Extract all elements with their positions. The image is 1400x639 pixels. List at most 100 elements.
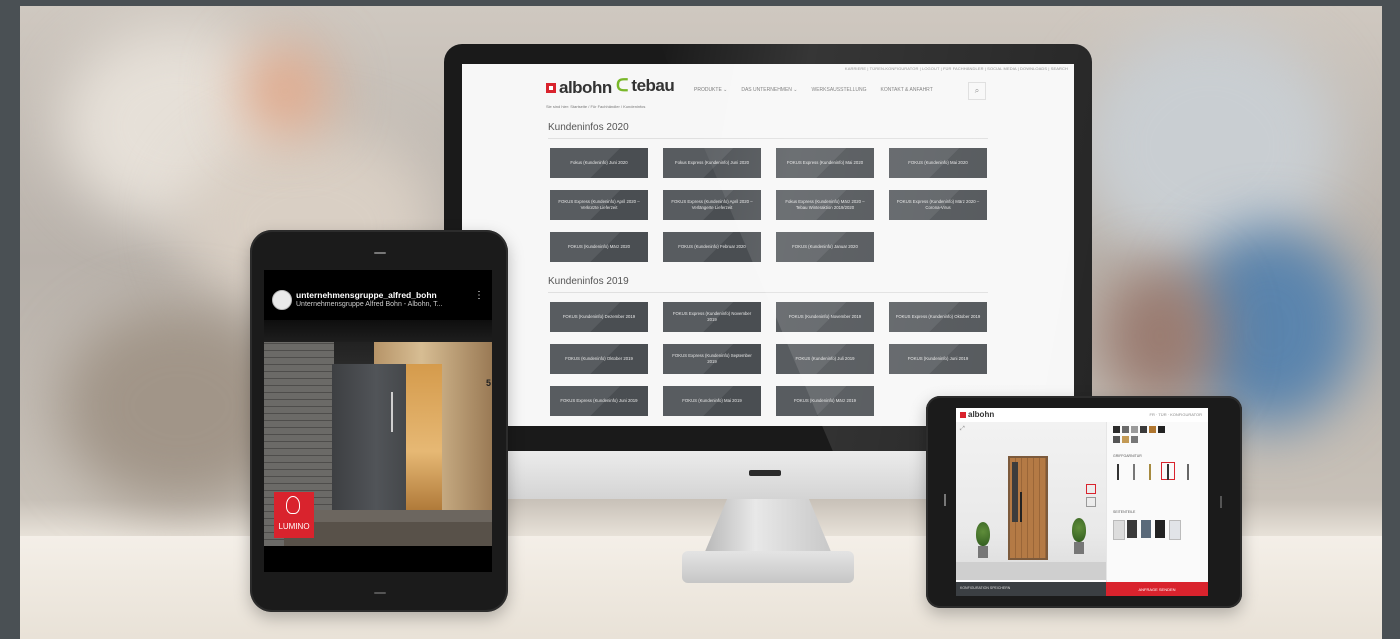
- lightbulb-icon: [286, 496, 300, 514]
- handle-option[interactable]: [1149, 464, 1151, 480]
- kundeninfo-tile[interactable]: FOKUS (Kundeninfo) März 2020: [550, 232, 648, 262]
- kundeninfo-tile[interactable]: FOKUS Express (Kundeninfo) September 201…: [663, 344, 761, 374]
- preview-floor: [956, 562, 1106, 580]
- nav-unternehmen[interactable]: DAS UNTERNEHMEN ⌄: [741, 87, 797, 93]
- kundeninfo-tile[interactable]: FOKUS (Kundeninfo) Mai 2019: [663, 386, 761, 416]
- kundeninfo-tile[interactable]: FOKUS Express (Kundeninfo) März 2020 – C…: [889, 190, 987, 220]
- kundeninfo-tile[interactable]: Fokus Express (Kundeninfo) Juni 2020: [663, 148, 761, 178]
- utility-links: KARRIERE | TÜREN-KONFIGURATOR | LOGOUT |…: [844, 66, 1068, 71]
- instagram-screen: unternehmensgruppe_alfred_bohn Unternehm…: [264, 270, 492, 572]
- kundeninfo-tile[interactable]: FOKUS (Kundeninfo) Januar 2020: [776, 232, 874, 262]
- website-screen: KARRIERE | TÜREN-KONFIGURATOR | LOGOUT |…: [462, 64, 1074, 426]
- side-controls: [1086, 484, 1096, 514]
- handle-option[interactable]: [1187, 464, 1189, 480]
- tebau-logo[interactable]: ᑕ tebau: [616, 76, 675, 96]
- color-swatch[interactable]: [1149, 426, 1156, 433]
- section-divider: [548, 292, 988, 293]
- color-swatch[interactable]: [1113, 426, 1120, 433]
- albohn-logo[interactable]: albohn: [960, 410, 994, 419]
- lumino-label: LUMINO: [278, 522, 310, 531]
- kundeninfo-tile[interactable]: FOKUS (Kundeninfo) Juli 2019: [776, 344, 874, 374]
- tebau-mark-icon: ᑕ: [616, 76, 629, 95]
- search-icon[interactable]: ⌕: [968, 82, 986, 100]
- section-divider: [548, 138, 988, 139]
- utility-link[interactable]: FÜR FACHHÄNDLER: [943, 66, 984, 71]
- photo-step: [304, 510, 492, 522]
- kundeninfo-tile[interactable]: FOKUS (Kundeninfo) März 2019: [776, 386, 874, 416]
- sidelight-option[interactable]: [1141, 520, 1151, 538]
- instagram-profile-name: Unternehmensgruppe Alfred Bohn - Albohn,…: [296, 301, 443, 308]
- kundeninfo-tile[interactable]: FOKUS Express (Kundeninfo) November 2019: [663, 302, 761, 332]
- sidelight-option[interactable]: [1169, 520, 1181, 540]
- albohn-logo-text: albohn: [968, 410, 995, 419]
- avatar[interactable]: [272, 290, 292, 310]
- nav-produkte[interactable]: PRODUKTE ⌄: [694, 87, 727, 93]
- color-swatch[interactable]: [1158, 426, 1165, 433]
- configurator-nav[interactable]: FR · TÜR · KONFIGURATOR: [1150, 412, 1202, 417]
- photo-door-handle: [391, 392, 393, 432]
- kundeninfo-tile[interactable]: Fokus (Kundeninfo) Juni 2020: [550, 148, 648, 178]
- preview-door-glass: [1012, 462, 1018, 522]
- expand-icon[interactable]: ⤢: [960, 426, 965, 433]
- utility-link[interactable]: SOCIAL MEDIA: [987, 66, 1016, 71]
- kundeninfo-tile[interactable]: FOKUS (Kundeninfo) November 2019: [776, 302, 874, 332]
- monitor-stand-base: [682, 551, 854, 583]
- promo-scene: KARRIERE | TÜREN-KONFIGURATOR | LOGOUT |…: [0, 0, 1400, 639]
- save-configuration-link[interactable]: KONFIGURATION SPEICHERN: [960, 586, 1010, 590]
- utility-link[interactable]: LOGOUT: [922, 66, 939, 71]
- color-swatch[interactable]: [1122, 426, 1129, 433]
- utility-link[interactable]: SEARCH: [1051, 66, 1068, 71]
- sidelight-option[interactable]: [1155, 520, 1165, 538]
- handle-option[interactable]: [1133, 464, 1135, 480]
- albohn-logo[interactable]: albohn: [546, 78, 612, 98]
- color-swatch[interactable]: [1122, 436, 1129, 443]
- color-swatch[interactable]: [1140, 426, 1147, 433]
- color-swatch[interactable]: [1131, 426, 1138, 433]
- kundeninfo-tile[interactable]: FOKUS Express (Kundeninfo) Juni 2019: [550, 386, 648, 416]
- photo-canopy: [264, 320, 492, 342]
- kundeninfo-tile[interactable]: FOKUS (Kundeninfo) Februar 2020: [663, 232, 761, 262]
- sidelights-heading: SEITENTEILE: [1113, 510, 1136, 514]
- kundeninfo-tile[interactable]: FOKUS Express (Kundeninfo) Oktober 2019: [889, 302, 987, 332]
- main-navigation: PRODUKTE ⌄ DAS UNTERNEHMEN ⌄ WERKSAUSSTE…: [694, 87, 933, 93]
- configurator-screen: albohn FR · TÜR · KONFIGURATOR ⤢ GRIFFGA…: [956, 408, 1208, 596]
- send-request-button[interactable]: ANFRAGE SENDEN: [1106, 582, 1208, 596]
- nav-kontakt[interactable]: KONTAKT & ANFAHRT: [881, 87, 933, 93]
- photo-house-number: 5: [486, 378, 492, 388]
- view-toggle[interactable]: [1086, 497, 1096, 507]
- more-options-icon[interactable]: ⋮: [474, 290, 484, 301]
- color-swatch[interactable]: [1113, 436, 1120, 443]
- plant-pot: [978, 546, 988, 558]
- instagram-username[interactable]: unternehmensgruppe_alfred_bohn: [296, 290, 437, 300]
- kundeninfo-tile[interactable]: FOKUS (Kundeninfo) Dezember 2019: [550, 302, 648, 332]
- kundeninfo-tile[interactable]: FOKUS (Kundeninfo) Mai 2020: [889, 148, 987, 178]
- utility-link[interactable]: KARRIERE: [845, 66, 866, 71]
- kundeninfo-tile[interactable]: FOKUS (Kundeninfo) Juni 2019: [889, 344, 987, 374]
- lumino-badge: LUMINO: [274, 492, 314, 538]
- kundeninfo-tile[interactable]: FOKUS (Kundeninfo) Oktober 2019: [550, 344, 648, 374]
- door-preview: ⤢: [956, 422, 1106, 580]
- sidelight-option[interactable]: [1127, 520, 1137, 538]
- albohn-mark-icon: [546, 83, 556, 93]
- plant-icon: [1072, 518, 1086, 542]
- tablet-camera-icon: [374, 252, 386, 254]
- utility-link[interactable]: DOWNLOADS: [1020, 66, 1047, 71]
- color-swatch[interactable]: [1131, 436, 1138, 443]
- tablet-home-indicator: [374, 592, 386, 594]
- kundeninfo-tile[interactable]: FOKUS Express (Kundeninfo) Mai 2020: [776, 148, 874, 178]
- sidelight-option[interactable]: [1113, 520, 1125, 540]
- kundeninfo-tile[interactable]: Fokus Express (Kundeninfo) März 2020 – T…: [776, 190, 874, 220]
- kundeninfo-tile[interactable]: FOKUS Express (Kundeninfo) April 2020 – …: [663, 190, 761, 220]
- photo-sidelight: [406, 364, 442, 510]
- handle-option[interactable]: [1117, 464, 1119, 480]
- utility-link[interactable]: TÜREN-KONFIGURATOR: [870, 66, 919, 71]
- configurator-footer: KONFIGURATION SPEICHERN: [956, 582, 1106, 596]
- nav-werksausstellung[interactable]: WERKSAUSSTELLUNG: [812, 87, 867, 93]
- section-title-2020: Kundeninfos 2020: [548, 122, 629, 133]
- view-toggle[interactable]: [1086, 484, 1096, 494]
- handle-option[interactable]: [1167, 464, 1169, 480]
- kundeninfo-tile[interactable]: FOKUS Express (Kundeninfo) April 2020 – …: [550, 190, 648, 220]
- photo-front-door: [332, 364, 406, 510]
- section-title-2019: Kundeninfos 2019: [548, 276, 629, 287]
- albohn-mark-icon: [960, 411, 966, 418]
